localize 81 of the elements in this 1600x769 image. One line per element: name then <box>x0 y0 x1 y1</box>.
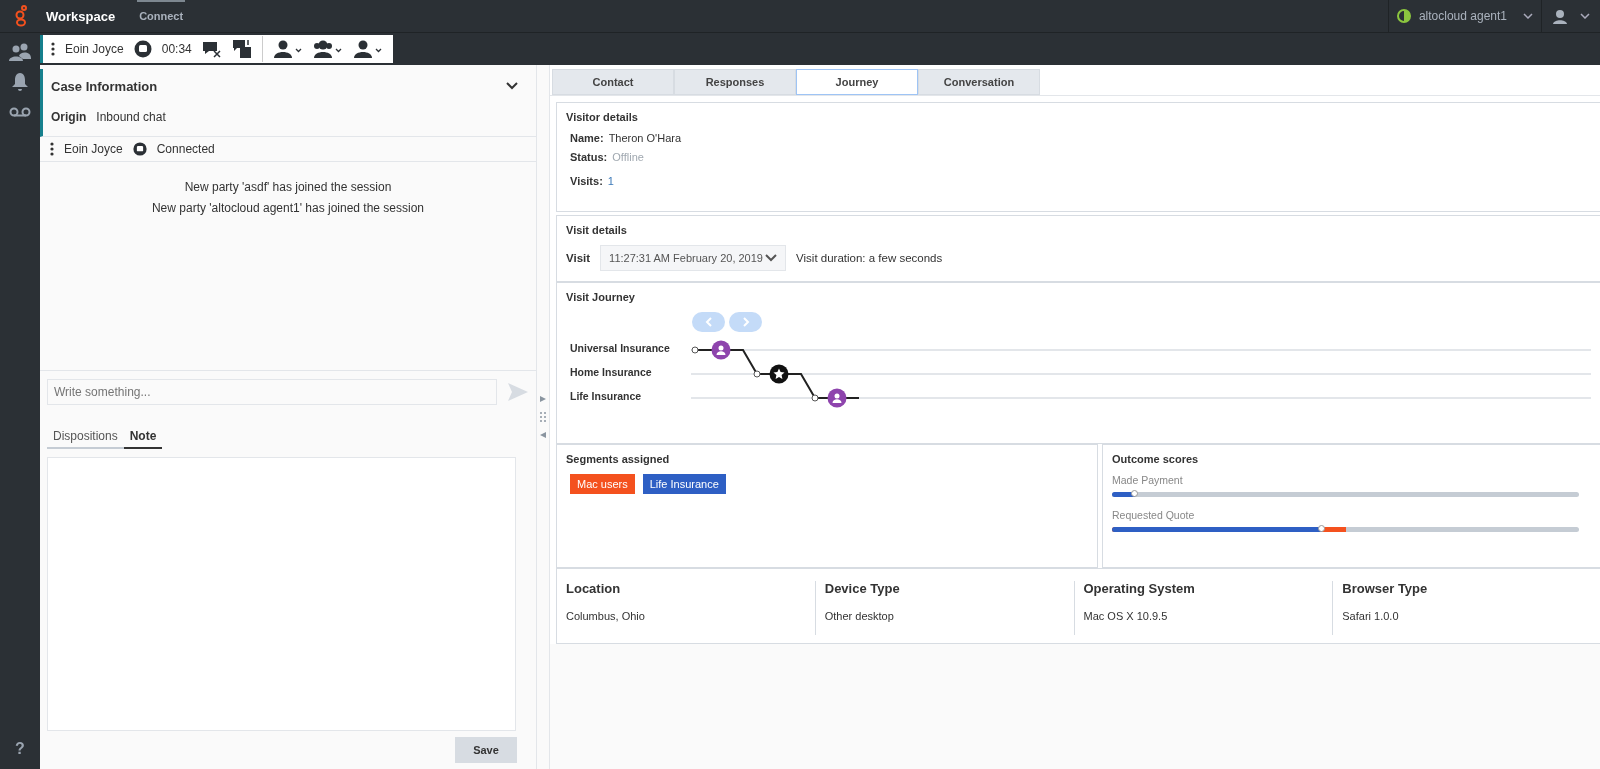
step-dot <box>691 346 699 354</box>
transfer-person-icon[interactable] <box>272 39 303 59</box>
message-input[interactable]: Write something... <box>47 379 497 405</box>
chat-icon <box>133 40 152 58</box>
person-icon[interactable] <box>352 39 383 59</box>
card-title: Outcome scores <box>1112 453 1200 465</box>
person-node-icon[interactable] <box>827 388 847 408</box>
transfer-chat-icon[interactable] <box>231 39 252 59</box>
info-title: Location <box>566 581 622 596</box>
info-value: Columbus, Ohio <box>566 610 646 622</box>
card-title: Visit details <box>566 224 628 236</box>
visit-duration: Visit duration: a few seconds <box>796 252 943 264</box>
logo-icon <box>14 5 28 27</box>
lane-label: Home Insurance <box>570 365 653 380</box>
score-marker <box>1131 490 1139 497</box>
party-status: Connected <box>156 142 215 156</box>
info-value: Other desktop <box>824 610 895 622</box>
voicemail-icon <box>9 107 31 117</box>
card-title: Segments assigned <box>566 453 671 465</box>
chevron-right-icon <box>741 317 750 327</box>
help-button[interactable]: ? <box>9 739 31 759</box>
party-name: Eoin Joyce <box>64 142 123 156</box>
step-dot <box>753 370 761 378</box>
card-title: Visit Journey <box>566 291 636 303</box>
field-value: Inbound chat <box>96 110 166 124</box>
tab[interactable]: Journey <box>796 69 918 95</box>
segment-tag: Life Insurance <box>642 474 726 494</box>
panel-tab[interactable]: Dispositions <box>47 425 124 449</box>
app-title: Workspace <box>46 8 116 24</box>
save-button[interactable]: Save <box>455 737 517 763</box>
info-value: Mac OS X 10.9.5 <box>1083 610 1169 622</box>
step-dot <box>811 394 819 402</box>
system-message: New party 'altocloud agent1' has joined the session <box>151 201 425 215</box>
info-value: Safari 1.0.0 <box>1342 610 1400 622</box>
caret-icon <box>1523 13 1533 19</box>
timer: 00:34 <box>161 42 192 56</box>
tab[interactable]: Contact <box>552 69 674 95</box>
more-icon[interactable] <box>50 142 54 156</box>
chevron-icon[interactable] <box>506 82 518 90</box>
score-marker <box>1318 525 1326 532</box>
system-message: New party 'asdf' has joined the session <box>184 180 392 194</box>
field-label: Visits: <box>570 175 603 187</box>
info-title: Browser Type <box>1342 581 1429 596</box>
chevron-icon <box>765 254 778 262</box>
panel-tab[interactable]: Note <box>123 425 163 449</box>
card-title: Visitor details <box>566 111 639 123</box>
more-icon[interactable] <box>51 42 55 56</box>
field-label: Status: <box>570 151 608 163</box>
end-chat-icon[interactable] <box>201 40 222 58</box>
caret-icon <box>1580 13 1590 19</box>
lane-label: Universal Insurance <box>570 341 671 356</box>
chat-icon <box>132 142 147 156</box>
expand-icon[interactable] <box>540 396 546 402</box>
segment-tag: Mac users <box>570 474 635 494</box>
people-icon <box>9 42 31 62</box>
chevron-left-icon <box>704 317 713 327</box>
collapse-icon[interactable] <box>540 432 546 438</box>
field-value: 1 <box>607 175 614 187</box>
info-title: Operating System <box>1083 581 1196 596</box>
drag-handle-icon[interactable] <box>540 412 546 422</box>
person-node-icon[interactable] <box>711 340 731 360</box>
contact-name: Eoin Joyce <box>65 42 124 56</box>
field-label: Visit <box>566 252 591 264</box>
info-title: Device Type <box>824 581 901 596</box>
lane-label: Life Insurance <box>570 389 643 404</box>
user-status-button[interactable]: altocloud agent1 <box>1387 0 1541 32</box>
group-icon[interactable] <box>312 39 343 59</box>
tab[interactable]: Conversation <box>918 69 1040 95</box>
star-node-icon[interactable] <box>769 364 789 384</box>
avatar-icon <box>1552 8 1568 24</box>
score-label: Made Payment <box>1112 474 1184 486</box>
field-value: Theron O'Hara <box>608 132 682 144</box>
score-label: Requested Quote <box>1112 509 1196 521</box>
field-label: Name: <box>570 132 604 144</box>
case-title: Case Information <box>51 78 158 94</box>
status-icon <box>1396 9 1411 23</box>
field-label: Origin <box>51 110 87 124</box>
tab[interactable]: Responses <box>674 69 796 95</box>
note-field[interactable] <box>47 457 516 731</box>
bell-icon <box>11 72 29 92</box>
visit-select[interactable]: 11:27:31 AM February 20, 2019 <box>600 245 787 271</box>
